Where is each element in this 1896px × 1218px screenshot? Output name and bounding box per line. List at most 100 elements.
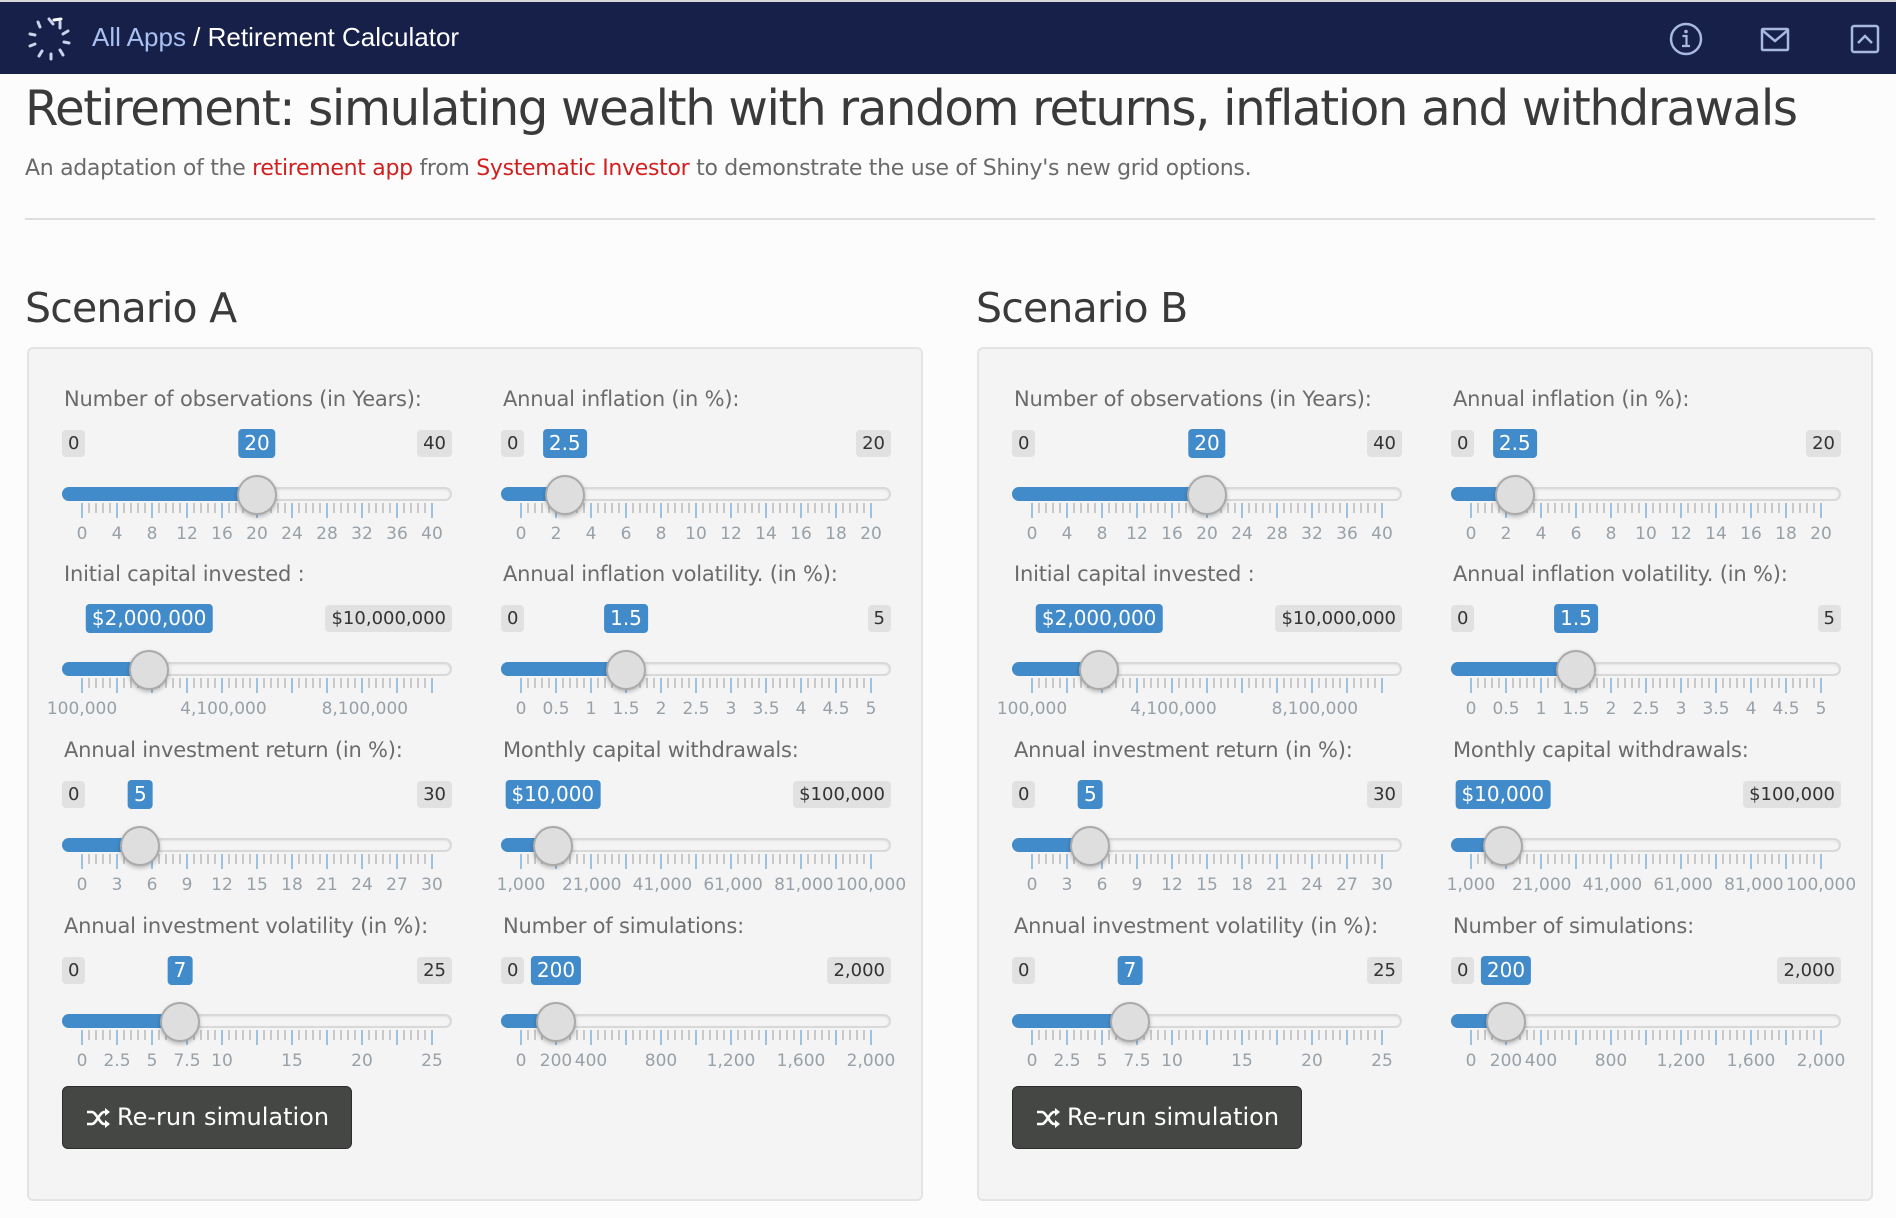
slider-tick xyxy=(534,678,536,688)
slider-tick xyxy=(1066,678,1068,693)
slider-handle[interactable] xyxy=(1070,826,1111,866)
slider-tick-label: 3 xyxy=(111,875,123,895)
slider-tick-label: 20 xyxy=(246,524,268,544)
slider-handle[interactable] xyxy=(237,475,277,515)
slider-tick xyxy=(291,854,293,869)
shiny-logo-icon[interactable] xyxy=(26,16,72,62)
slider-tick xyxy=(1332,678,1334,688)
info-icon[interactable] xyxy=(1667,20,1705,58)
slider-tick xyxy=(102,854,104,864)
slider-tick xyxy=(576,678,578,688)
slider-tick xyxy=(1813,1030,1815,1040)
slider-tick xyxy=(1722,1030,1724,1040)
slider-tick xyxy=(1596,678,1598,688)
slider-tick xyxy=(1220,1030,1222,1040)
slider-value-label: 20 xyxy=(238,429,276,458)
slider-tick xyxy=(1722,678,1724,688)
rerun-simulation-button[interactable]: Re-run simulation xyxy=(62,1086,353,1149)
slider-tick xyxy=(333,854,335,864)
slider-tick-label: 10 xyxy=(1161,1051,1183,1071)
slider-tick xyxy=(1547,678,1549,688)
slider-tick xyxy=(1771,678,1773,688)
slider-tick-label: 0 xyxy=(1026,875,1038,895)
slider-handle[interactable] xyxy=(1482,826,1523,866)
slider-handle[interactable] xyxy=(120,826,161,866)
slider-tick xyxy=(1262,503,1264,513)
slider-tick xyxy=(1185,854,1187,864)
slider-tick-label: 3.5 xyxy=(1702,699,1730,719)
slider-handle[interactable] xyxy=(1110,1002,1150,1042)
mail-icon[interactable] xyxy=(1756,20,1794,58)
slider-tick xyxy=(1806,854,1808,864)
slider-handle[interactable] xyxy=(1556,650,1596,690)
slider-handle[interactable] xyxy=(1187,475,1227,515)
slider-tick xyxy=(1470,503,1472,518)
slider-max-label: 2,000 xyxy=(827,957,891,984)
slider-tick xyxy=(417,854,419,864)
slider-handle[interactable] xyxy=(536,1002,576,1042)
slider-tick xyxy=(716,1030,718,1040)
slider-tick xyxy=(158,854,160,864)
slider-tick xyxy=(340,678,342,688)
slider-tick xyxy=(1799,503,1801,513)
collapse-icon[interactable] xyxy=(1846,20,1884,58)
slider-tick xyxy=(1743,1030,1745,1040)
slider-tick xyxy=(1262,678,1264,688)
slider-handle[interactable] xyxy=(1486,1002,1526,1042)
slider-tick xyxy=(625,503,627,518)
slider-tick-label: 27 xyxy=(386,875,408,895)
slider-tick xyxy=(340,503,342,513)
slider-tick xyxy=(1374,1030,1376,1040)
slider-tick-label: 4 xyxy=(585,524,597,544)
slider-tick xyxy=(1512,678,1514,688)
slider-tick xyxy=(1304,503,1306,513)
slider-tick xyxy=(305,503,307,513)
slider-tick xyxy=(249,1030,251,1040)
slider-tick xyxy=(1248,1030,1250,1040)
slider-tick xyxy=(1276,678,1278,693)
slider-tick xyxy=(660,1030,662,1045)
slider-tick xyxy=(1631,678,1633,688)
slider-tick xyxy=(1589,503,1591,513)
slider-tick xyxy=(81,503,83,518)
slider-tick xyxy=(1087,503,1089,513)
retirement-app-link[interactable]: retirement app xyxy=(252,156,413,181)
slider-tick xyxy=(1477,1030,1479,1040)
slider-tick xyxy=(410,678,412,688)
rerun-simulation-button[interactable]: Re-run simulation xyxy=(1012,1086,1303,1149)
slider-tick xyxy=(1533,1030,1535,1040)
scenario-title: Scenario B xyxy=(976,284,1188,332)
slider-tick xyxy=(541,503,543,513)
slider-tick xyxy=(800,1030,802,1045)
slider-tick xyxy=(256,1030,258,1045)
slider-handle[interactable] xyxy=(1079,650,1120,690)
slider-tick xyxy=(758,503,760,513)
slider-tick-label: 1.5 xyxy=(612,699,640,719)
slider-tick-label: 1.5 xyxy=(1562,699,1590,719)
slider-tick xyxy=(1171,1030,1173,1045)
slider-tick-label: 12 xyxy=(1126,524,1148,544)
slider-tick xyxy=(116,678,118,693)
slider-handle[interactable] xyxy=(1494,475,1535,515)
slider-tick xyxy=(1318,1030,1320,1040)
slider-handle[interactable] xyxy=(532,826,573,866)
slider-handle[interactable] xyxy=(129,650,170,690)
slider-tick xyxy=(431,1030,433,1045)
slider-tick-label: 12 xyxy=(176,524,198,544)
slider-tick xyxy=(681,678,683,688)
slider-tick-label: 5 xyxy=(146,1051,158,1071)
slider-handle[interactable] xyxy=(606,650,646,690)
slider-tick xyxy=(1367,1030,1369,1040)
breadcrumb-all-apps[interactable]: All Apps xyxy=(92,22,186,52)
slider-handle[interactable] xyxy=(160,1002,200,1042)
slider-tick xyxy=(744,854,746,864)
slider-label: Number of observations (in Years): xyxy=(64,387,422,411)
slider-tick xyxy=(1255,1030,1257,1040)
slider-tick xyxy=(1694,1030,1696,1040)
slider-tick xyxy=(368,678,370,688)
slider-min-label: 0 xyxy=(1451,605,1475,632)
slider-tick xyxy=(1582,1030,1584,1040)
slider-tick xyxy=(396,854,398,869)
slider-handle[interactable] xyxy=(544,475,585,515)
systematic-investor-link[interactable]: Systematic Investor xyxy=(476,156,690,181)
